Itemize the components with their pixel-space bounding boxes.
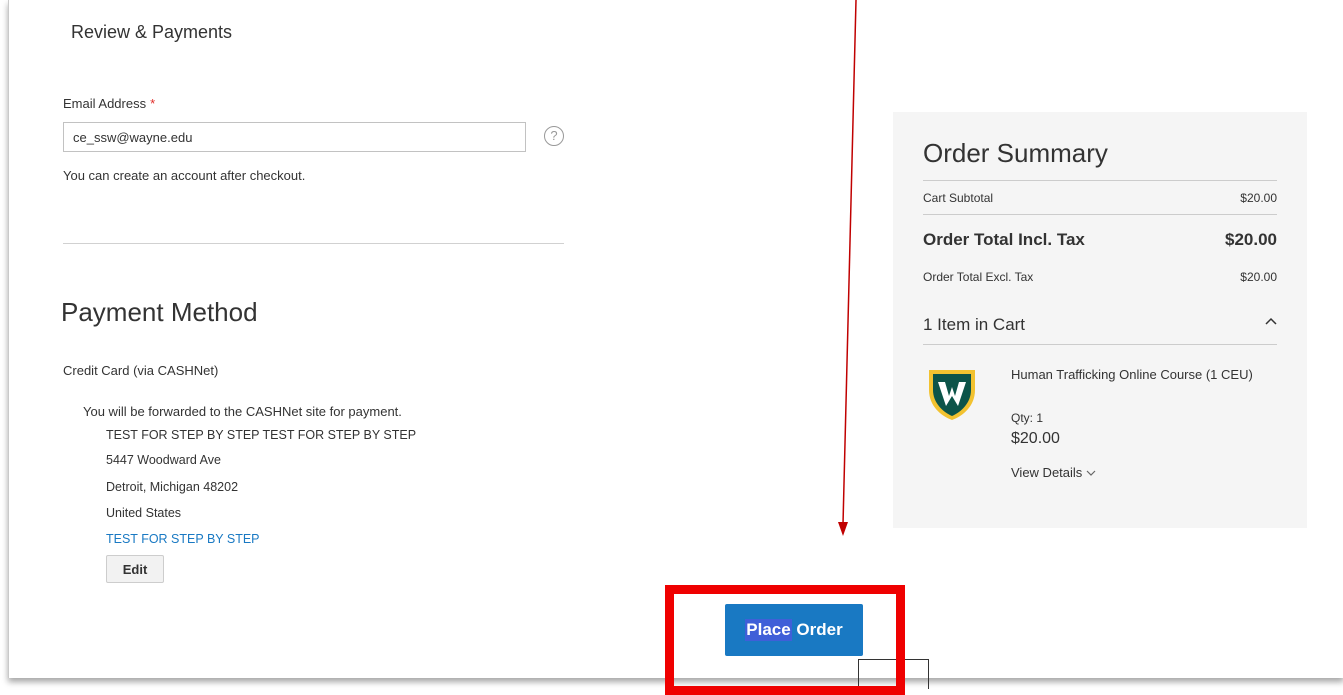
items-in-cart-toggle[interactable]: 1 Item in Cart [923,315,1025,335]
edit-button[interactable]: Edit [106,555,164,583]
summary-title: Order Summary [923,138,1108,168]
email-label-text: Email Address [63,96,147,111]
summary-divider [923,344,1277,345]
view-details-link[interactable]: View Details [1011,465,1096,480]
chevron-down-icon [1086,470,1096,476]
order-summary: Order Summary Cart Subtotal $20.00 Order… [893,112,1307,528]
total-excl-label: Order Total Excl. Tax [923,270,1034,284]
view-details-label: View Details [1011,465,1083,480]
subtotal-label: Cart Subtotal [923,191,994,205]
account-note: You can create an account after checkout… [63,168,306,183]
place-order-label-rest: Order [791,620,843,639]
section-title: Review & Payments [71,22,233,42]
email-label: Email Address * [63,96,155,111]
divider [63,243,564,244]
payment-note: You will be forwarded to the CASHNet sit… [83,404,402,419]
chevron-up-icon[interactable] [1265,313,1277,328]
payment-method-name: Credit Card (via CASHNet) [63,363,219,378]
total-incl-value: $20.00 [1225,230,1277,249]
checkout-page: Review & Payments Email Address* ? You c… [8,0,1343,689]
address-name: TEST FOR STEP BY STEP TEST FOR STEP BY S… [106,428,417,442]
payment-method-title: Payment Method [61,297,258,327]
total-incl-label: Order Total Incl. Tax [923,230,1085,249]
total-excl-value: $20.00 [1240,270,1277,284]
address-country: United States [106,506,182,520]
summary-divider [923,180,1277,181]
address-link[interactable]: TEST FOR STEP BY STEP [106,532,260,546]
subtotal-value: $20.00 [1240,191,1277,205]
product-qty: Qty: 1 [1011,411,1044,425]
question-circle-icon[interactable]: ? [544,126,564,146]
email-field[interactable] [63,122,526,152]
product-name: Human Trafficking Online Course (1 CEU) [1011,367,1253,382]
summary-divider [923,214,1277,215]
address-city: Detroit, Michigan 48202 [106,480,239,494]
product-price: $20.00 [1011,430,1060,447]
partial-element [858,659,929,689]
address-street: 5447 Woodward Ave [106,453,221,467]
required-mark: * [150,96,156,111]
place-order-button[interactable]: Place Order [725,604,863,656]
place-order-label-highlight: Place [745,619,792,641]
wayne-state-logo-icon [927,366,977,422]
